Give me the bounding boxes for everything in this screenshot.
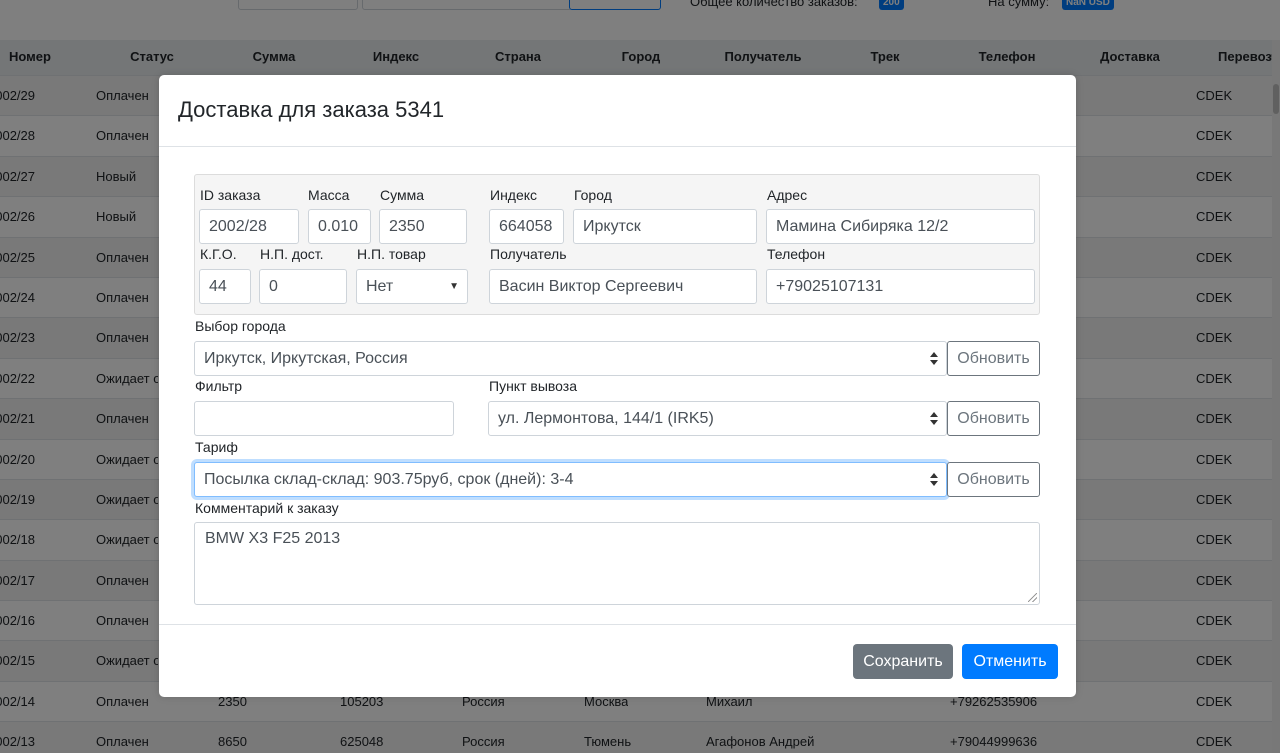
sum-field[interactable]: 2350 — [379, 209, 467, 244]
pickup-select[interactable]: ул. Лермонтова, 144/1 (IRK5) — [488, 401, 947, 436]
filter-input[interactable] — [194, 401, 454, 436]
modal-footer: Сохранить Отменить — [159, 624, 1076, 697]
refresh-city-button[interactable]: Обновить — [947, 341, 1040, 376]
modal-title: Доставка для заказа 5341 — [178, 97, 445, 122]
order-id-field[interactable]: 2002/28 — [199, 209, 299, 244]
refresh-pickup-button[interactable]: Обновить — [947, 401, 1040, 436]
comment-textarea[interactable]: BMW X3 F25 2013 — [194, 522, 1040, 605]
phone-label: Телефон — [767, 246, 826, 262]
resize-handle-icon[interactable] — [1028, 593, 1037, 602]
select-arrows-icon — [930, 472, 938, 488]
city-choice-value: Иркутск, Иркутская, Россия — [204, 350, 408, 367]
index-label: Индекс — [490, 187, 538, 203]
city-field[interactable]: Иркутск — [573, 209, 757, 244]
refresh-tariff-button[interactable]: Обновить — [947, 462, 1040, 497]
save-button[interactable]: Сохранить — [853, 644, 953, 679]
select-arrows-icon — [930, 351, 938, 367]
select-arrows-icon — [930, 411, 938, 427]
phone-field[interactable]: +79025107131 — [766, 269, 1035, 304]
np-goods-value: Нет — [366, 278, 394, 295]
tariff-value: Посылка склад-склад: 903.75руб, срок (дн… — [204, 471, 574, 488]
order-id-label: ID заказа — [200, 187, 261, 203]
index-field[interactable]: 664058 — [489, 209, 564, 244]
comment-label: Комментарий к заказу — [195, 500, 339, 516]
recipient-field[interactable]: Васин Виктор Сергеевич — [489, 269, 757, 304]
cancel-button[interactable]: Отменить — [962, 644, 1058, 679]
np-goods-label: Н.П. товар — [357, 246, 426, 262]
kgo-field[interactable]: 44 — [199, 269, 251, 304]
sum-label: Сумма — [380, 187, 424, 203]
kgo-label: К.Г.О. — [200, 246, 237, 262]
np-goods-select[interactable]: Нет ▼ — [356, 269, 468, 304]
modal-header: Доставка для заказа 5341 — [159, 75, 1076, 147]
np-delivery-label: Н.П. дост. — [260, 246, 324, 262]
city-choice-label: Выбор города — [195, 318, 286, 334]
pickup-label: Пункт вывоза — [489, 378, 577, 394]
city-choice-select[interactable]: Иркутск, Иркутская, Россия — [194, 341, 947, 376]
address-label: Адрес — [767, 187, 808, 203]
mass-label: Масса — [308, 187, 350, 203]
np-delivery-field[interactable]: 0 — [259, 269, 347, 304]
delivery-modal: Доставка для заказа 5341 ID заказа 2002/… — [159, 75, 1076, 697]
city-label: Город — [574, 187, 612, 203]
tariff-label: Тариф — [195, 439, 238, 455]
order-info-panel: ID заказа 2002/28 Масса 0.010 Сумма 2350… — [194, 174, 1040, 315]
mass-field[interactable]: 0.010 — [308, 209, 371, 244]
filter-label: Фильтр — [195, 378, 243, 394]
caret-down-icon: ▼ — [449, 281, 459, 292]
pickup-value: ул. Лермонтова, 144/1 (IRK5) — [498, 410, 714, 427]
tariff-select[interactable]: Посылка склад-склад: 903.75руб, срок (дн… — [194, 462, 947, 497]
recipient-label: Получатель — [490, 246, 567, 262]
address-field[interactable]: Мамина Сибиряка 12/2 — [766, 209, 1035, 244]
comment-value: BMW X3 F25 2013 — [205, 530, 341, 547]
